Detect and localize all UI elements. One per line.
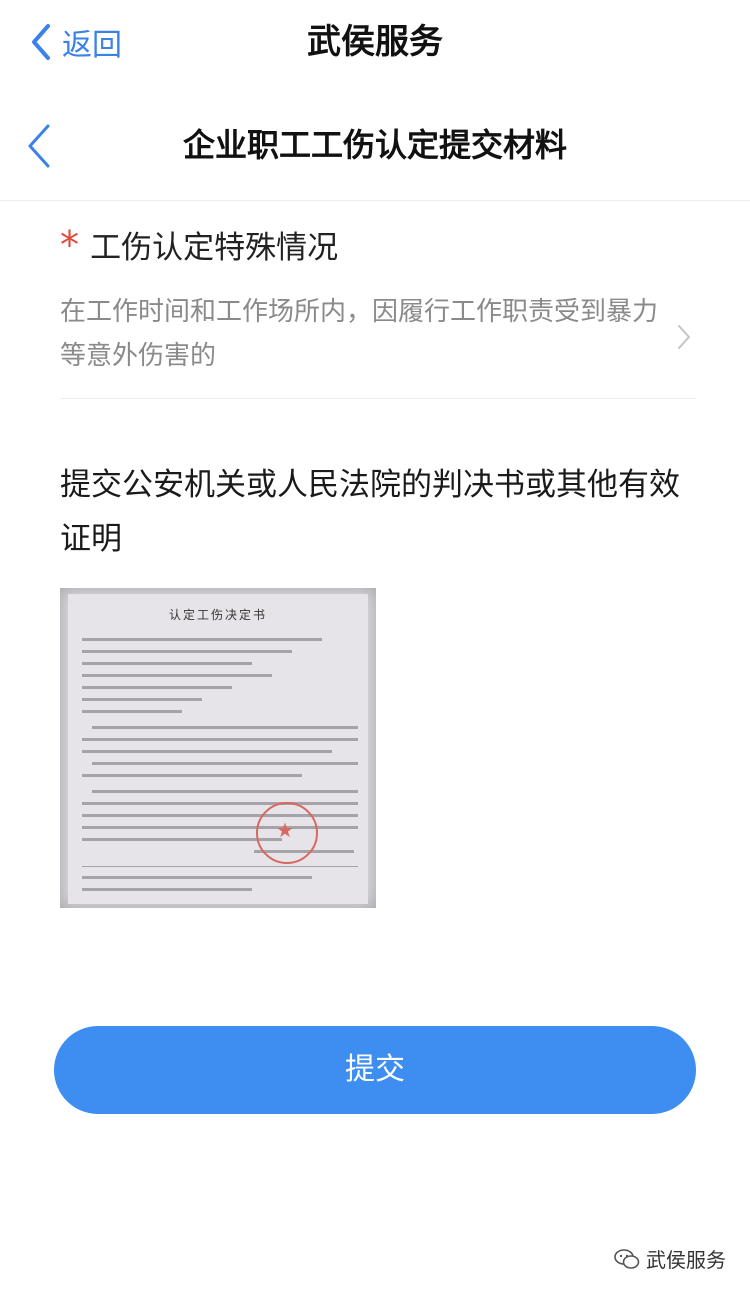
watermark-text: 武侯服务 [646, 1248, 726, 1272]
wechat-icon [614, 1248, 640, 1269]
doc-line [82, 686, 232, 689]
doc-line [82, 662, 252, 665]
doc-line [82, 876, 312, 879]
special-situation-field: * 工伤认定特殊情况 [60, 222, 696, 267]
page-title: 企业职工工伤认定提交材料 [182, 126, 567, 164]
doc-line [82, 638, 322, 641]
doc-line [82, 650, 292, 653]
doc-line [82, 814, 358, 817]
red-seal [256, 802, 318, 864]
doc-line [82, 888, 252, 891]
chevron-left-icon [32, 24, 50, 60]
uploaded-document-image[interactable]: 认定工伤决定书 [60, 588, 376, 908]
doc-line [92, 762, 358, 765]
doc-line [82, 710, 182, 713]
back-label: 返回 [62, 28, 122, 63]
document-paper: 认定工伤决定书 [68, 594, 368, 904]
doc-line [82, 866, 358, 867]
document-title: 认定工伤决定书 [168, 608, 267, 622]
doc-line [82, 802, 358, 805]
doc-line [82, 674, 272, 677]
back-button[interactable]: 返回 [28, 18, 122, 66]
upload-instruction: 提交公安机关或人民法院的判决书或其他有效证明 [60, 467, 680, 557]
watermark: 武侯服务 [614, 1244, 726, 1273]
doc-line [92, 726, 358, 729]
field-label: 工伤认定特殊情况 [90, 230, 339, 266]
page-header: 企业职工工伤认定提交材料 [0, 90, 750, 201]
special-situation-select[interactable]: 在工作时间和工作场所内，因履行工作职责受到暴力等意外伤害的 [60, 290, 696, 395]
doc-line [82, 738, 358, 741]
chevron-left-icon[interactable] [24, 122, 54, 170]
divider [60, 398, 696, 399]
submit-button[interactable]: 提交 [54, 1026, 696, 1114]
doc-line [82, 774, 302, 777]
top-bar: 武侯服务 返回 [0, 0, 750, 84]
doc-line [82, 750, 332, 753]
field-value: 在工作时间和工作场所内，因履行工作职责受到暴力等意外伤害的 [60, 297, 659, 371]
doc-line [82, 838, 282, 841]
doc-line [82, 698, 202, 701]
doc-line [92, 790, 358, 793]
chevron-right-icon [678, 325, 690, 349]
required-mark: * [60, 222, 79, 267]
